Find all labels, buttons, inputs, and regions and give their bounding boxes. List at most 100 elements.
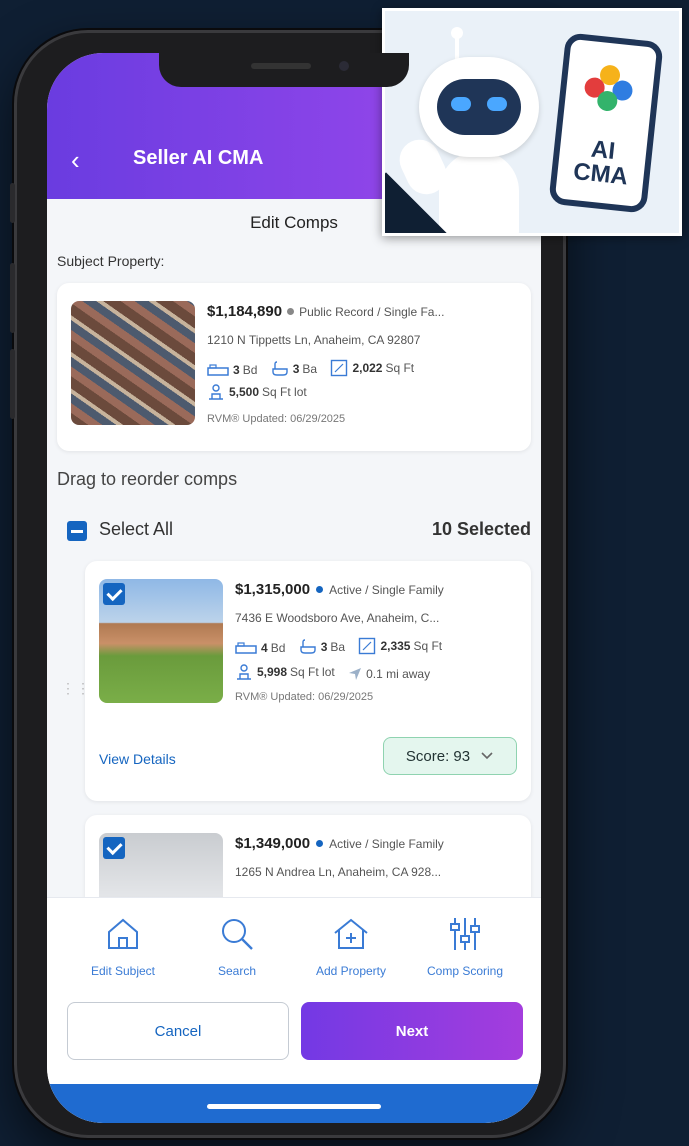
lot-icon xyxy=(209,384,223,400)
comp-lot: 5,998 xyxy=(257,665,288,679)
select-all-label[interactable]: Select All xyxy=(99,519,173,540)
add-home-icon xyxy=(334,918,368,949)
search-icon xyxy=(222,919,253,950)
baths-unit: Ba xyxy=(330,640,346,654)
lot-icon xyxy=(237,664,251,680)
subject-lot: 5,500 xyxy=(229,385,260,399)
next-button[interactable]: Next xyxy=(301,1002,523,1060)
speaker xyxy=(251,63,311,69)
distance-stat: 0.1 mi away xyxy=(348,667,430,681)
comp-address: 1265 N Andrea Ln, Anaheim, CA 928... xyxy=(235,865,442,879)
lot-unit: Sq Ft lot xyxy=(290,665,335,679)
reorder-instructions: Drag to reorder comps xyxy=(57,469,238,489)
comp-checkbox[interactable] xyxy=(103,837,125,859)
home-icon xyxy=(108,918,138,949)
nav-search[interactable]: Search xyxy=(175,916,299,980)
subject-lot-line: 5,500 Sq Ft lot xyxy=(207,383,521,404)
comp-rvm-updated: RVM® Updated: 06/29/2025 xyxy=(235,691,374,703)
beds-stat: 4 Bd xyxy=(235,641,285,655)
robot-eye xyxy=(451,97,471,111)
camera xyxy=(339,61,349,71)
sliders-icon xyxy=(450,918,480,950)
comp-sqft: 2,335 xyxy=(380,639,411,653)
ai-cma-badge: AI CMA xyxy=(382,8,682,236)
score-label: Score: 93 xyxy=(405,747,471,765)
bath-icon xyxy=(272,361,288,376)
comp-price: $1,349,000 xyxy=(235,835,311,852)
nav-label: Edit Subject xyxy=(90,964,156,978)
back-arrow-icon[interactable]: ‹ xyxy=(71,145,80,176)
sqft-stat: 2,335 Sq Ft xyxy=(358,637,442,655)
baths-unit: Ba xyxy=(302,362,318,376)
chevron-down-icon xyxy=(481,752,493,760)
subject-status: Public Record / Single Fa... xyxy=(299,305,445,319)
select-all-checkbox[interactable] xyxy=(67,521,87,541)
comp-price-line: $1,315,000 Active / Single Family xyxy=(235,581,521,598)
robot-antenna xyxy=(451,27,463,59)
subject-price-line: $1,184,890 Public Record / Single Fa... xyxy=(207,303,521,320)
beds-stat: 3 Bd xyxy=(207,363,257,377)
subject-stats: 3 Bd 3 Ba 2,022 Sq Ft xyxy=(207,359,521,380)
area-icon xyxy=(331,359,348,377)
nav-comp-scoring[interactable]: Comp Scoring xyxy=(403,916,527,980)
beds-unit: Bd xyxy=(270,641,286,655)
comp-price: $1,315,000 xyxy=(235,581,311,598)
comp-photo xyxy=(99,833,223,897)
nav-edit-subject[interactable]: Edit Subject xyxy=(61,916,185,980)
location-arrow-icon xyxy=(349,668,362,680)
comp-card[interactable]: $1,349,000 Active / Single Family 1265 N … xyxy=(85,815,531,897)
lot-stat: 5,500 Sq Ft lot xyxy=(207,383,307,401)
lot-unit: Sq Ft lot xyxy=(262,385,307,399)
ai-cma-phone-icon: AI CMA xyxy=(548,32,664,214)
comp-lot-line: 5,998 Sq Ft lot 0.1 mi away xyxy=(235,663,521,684)
status-dot-icon xyxy=(287,308,295,315)
selected-count: 10 Selected xyxy=(431,519,531,539)
nav-label: Add Property xyxy=(315,964,387,978)
comp-photo xyxy=(99,579,223,703)
bottom-panel: Edit Subject Search Add Property Comp Sc… xyxy=(47,897,541,1123)
drag-handle-icon[interactable]: ⋮⋮ xyxy=(61,681,90,707)
subject-property-card: $1,184,890 Public Record / Single Fa... 1… xyxy=(57,283,531,451)
comp-status: Active / Single Family xyxy=(329,837,444,851)
comp-card[interactable]: $1,315,000 Active / Single Family 7436 E … xyxy=(85,561,531,801)
side-button xyxy=(10,183,15,223)
page-title: Seller AI CMA xyxy=(133,147,264,169)
active-status-dot-icon xyxy=(316,840,324,847)
sqft-stat: 2,022 Sq Ft xyxy=(330,359,414,377)
subject-sqft: 2,022 xyxy=(352,361,383,375)
subject-property-label: Subject Property: xyxy=(57,253,165,269)
comp-stats: 4 Bd 3 Ba 2,335 Sq Ft xyxy=(235,637,521,658)
comp-address: 7436 E Woodsboro Ave, Anaheim, C... xyxy=(235,611,440,625)
comp-beds: 4 xyxy=(261,641,268,655)
beds-unit: Bd xyxy=(242,363,258,377)
bed-icon xyxy=(235,642,257,654)
subject-beds: 3 xyxy=(233,363,240,377)
score-dropdown[interactable]: Score: 93 xyxy=(383,737,517,775)
bath-icon xyxy=(300,639,316,654)
lot-stat: 5,998 Sq Ft lot xyxy=(235,663,335,681)
robot-icon xyxy=(419,57,539,157)
ai-cma-text: AI CMA xyxy=(557,134,648,191)
robot-eye xyxy=(487,97,507,111)
robot-body xyxy=(439,151,519,233)
cancel-button[interactable]: Cancel xyxy=(67,1002,289,1060)
side-button xyxy=(10,349,15,419)
subject-baths: 3 xyxy=(292,362,300,376)
notch xyxy=(159,53,409,87)
nav-label: Comp Scoring xyxy=(426,964,504,978)
comp-price-line: $1,349,000 Active / Single Family xyxy=(235,835,521,852)
subject-address: 1210 N Tippetts Ln, Anaheim, CA 92807 xyxy=(207,333,421,347)
subject-price: $1,184,890 xyxy=(207,303,283,320)
select-all-row: Select All 10 Selected xyxy=(67,515,531,545)
comp-baths: 3 xyxy=(320,640,328,654)
view-details-link[interactable]: View Details xyxy=(99,751,176,767)
subject-property-photo xyxy=(71,301,195,425)
comp-status: Active / Single Family xyxy=(329,583,444,597)
comp-checkbox[interactable] xyxy=(103,583,125,605)
nav-label: Search xyxy=(217,964,257,978)
subject-rvm-updated: RVM® Updated: 06/29/2025 xyxy=(207,413,346,425)
sqft-unit: Sq Ft xyxy=(385,361,415,375)
sqft-unit: Sq Ft xyxy=(413,639,443,653)
nav-add-property[interactable]: Add Property xyxy=(289,916,413,980)
home-indicator[interactable] xyxy=(207,1104,381,1109)
